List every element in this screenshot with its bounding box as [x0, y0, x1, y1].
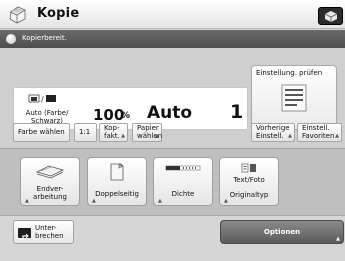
original-type-icon — [241, 163, 256, 173]
corner-arrow-icon: ▲ — [92, 198, 96, 204]
document-icon — [281, 84, 307, 112]
one-to-one-button[interactable]: 1:1 — [74, 123, 97, 142]
corner-arrow-icon: ▲ — [155, 132, 159, 139]
corner-arrow-icon: ▲ — [158, 198, 162, 204]
options-button[interactable]: Optionen ▲ — [220, 220, 344, 244]
interrupt-label: Unter- brechen — [35, 224, 64, 240]
color-select-label: Farbe wählen — [18, 128, 65, 136]
duplex-label: Doppelseitig — [95, 190, 139, 198]
color-mode-icon: / — [28, 94, 56, 103]
svg-text:/: / — [41, 95, 44, 103]
interrupt-icon — [18, 228, 31, 240]
corner-arrow-icon: ▲ — [224, 198, 228, 204]
duplex-button[interactable]: Doppelseitig ▲ — [87, 157, 147, 206]
app-title: Kopie — [37, 6, 80, 21]
corner-arrow-icon: ▲ — [336, 236, 340, 242]
corner-arrow-icon: ▲ — [25, 198, 29, 204]
finishing-icon — [35, 165, 65, 179]
title-bar: Kopie — [0, 0, 345, 29]
density-label: Dichte — [171, 190, 195, 198]
original-type-label: Originaltyp — [229, 191, 269, 199]
check-settings-label: Einstellung. prüfen — [256, 69, 323, 77]
color-select-button[interactable]: Farbe wählen — [13, 123, 70, 142]
original-type-button[interactable]: Text/Foto Originaltyp ▲ — [219, 157, 279, 206]
previous-settings-button[interactable]: Vorherige Einstell. ▲ — [251, 123, 295, 142]
status-text: Kopierbereit. — [22, 34, 67, 42]
options-label: Optionen — [263, 228, 301, 236]
status-dot-icon — [6, 34, 16, 44]
previous-settings-label: Vorherige Einstell. — [256, 124, 290, 140]
interrupt-button[interactable]: Unter- brechen — [13, 220, 74, 244]
one-to-one-label: 1:1 — [79, 128, 91, 136]
paper-value: Auto — [147, 103, 193, 123]
copies-count: 1 — [230, 101, 244, 123]
density-button[interactable]: Dichte ▲ — [153, 157, 213, 206]
zoom-value: 100 — [93, 106, 125, 124]
finishing-label: Endver- arbeitung — [33, 185, 67, 201]
check-settings-button[interactable]: Einstellung. prüfen — [251, 65, 337, 130]
copy-machine-icon — [9, 6, 26, 24]
corner-arrow-icon: ▲ — [335, 132, 339, 139]
zoom-unit: % — [121, 111, 131, 121]
favorites-button[interactable]: Einstell. Favoriten ▲ — [297, 123, 342, 142]
finishing-button[interactable]: Endver- arbeitung ▲ — [20, 157, 80, 206]
main-area: / Auto (Farbe/ Schwarz) 100 % Auto 1 Ein… — [0, 48, 345, 148]
cube-icon — [325, 11, 337, 22]
corner-arrow-icon: ▲ — [288, 132, 292, 139]
duplex-icon — [110, 163, 124, 181]
paper-select-button[interactable]: Papier wählen ▲ — [132, 123, 162, 142]
copy-ratio-label: Kop- fakt. — [104, 124, 120, 140]
status-bar: Kopierbereit. — [0, 30, 345, 48]
favorites-label: Einstell. Favoriten — [302, 124, 335, 140]
corner-arrow-icon: ▲ — [121, 132, 125, 139]
copy-ratio-button[interactable]: Kop- fakt. ▲ — [99, 123, 128, 142]
main-menu-button[interactable] — [318, 7, 343, 25]
original-type-value: Text/Foto — [233, 176, 265, 184]
density-slider-icon — [165, 165, 201, 171]
